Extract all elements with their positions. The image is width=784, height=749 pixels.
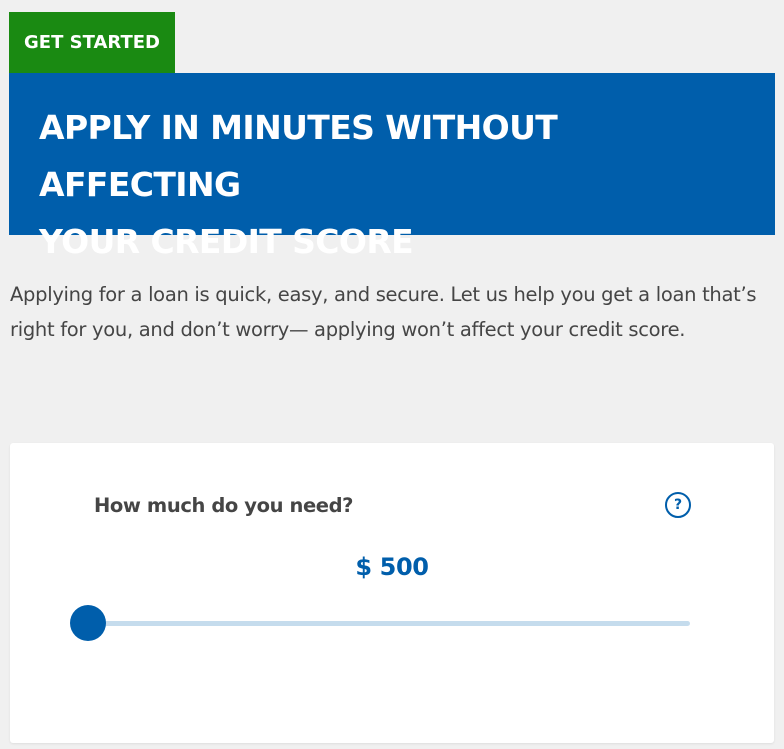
slider-handle[interactable] xyxy=(70,605,106,641)
slider-track[interactable] xyxy=(88,621,690,626)
get-started-badge: GET STARTED xyxy=(9,12,175,73)
loan-amount-slider[interactable] xyxy=(70,605,690,641)
question-circle-icon[interactable]: ? xyxy=(665,492,691,518)
loan-amount-question: How much do you need? xyxy=(94,494,354,517)
loan-amount-value: $ 500 xyxy=(355,553,429,581)
page-title: APPLY IN MINUTES WITHOUT AFFECTING YOUR … xyxy=(39,108,558,261)
intro-paragraph: Applying for a loan is quick, easy, and … xyxy=(10,283,757,341)
loan-amount-card: How much do you need? ? $ 500 xyxy=(10,443,774,743)
hero-banner: APPLY IN MINUTES WITHOUT AFFECTING YOUR … xyxy=(9,73,775,261)
